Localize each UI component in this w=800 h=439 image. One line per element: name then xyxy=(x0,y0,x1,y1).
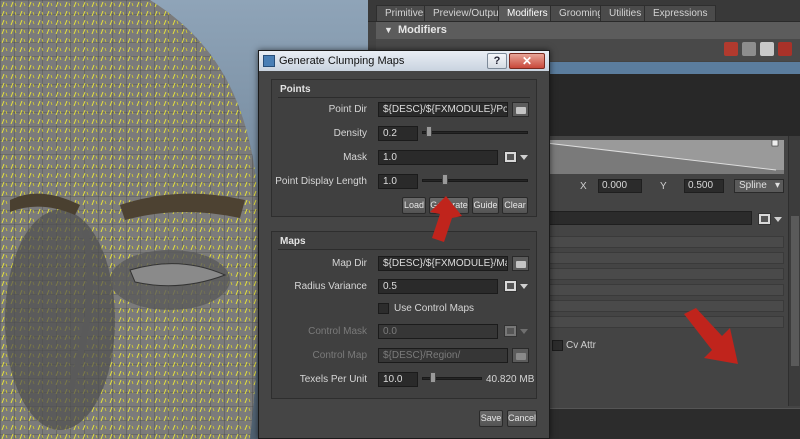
mask-field[interactable]: 1.0 xyxy=(378,150,498,165)
group-divider xyxy=(278,97,530,98)
add-modifier-icon[interactable] xyxy=(724,42,738,56)
ramp-y-field[interactable]: 0.500 xyxy=(684,179,724,193)
cv-attr-checkbox[interactable] xyxy=(552,340,563,351)
tab-modifiers[interactable]: Modifiers xyxy=(498,5,557,21)
point-display-length-label: Point Display Length xyxy=(275,176,367,187)
map-dir-field[interactable]: ${DESC}/${FXMODULE}/Maps/ xyxy=(378,256,508,271)
chevron-down-icon[interactable] xyxy=(774,217,782,222)
attr-row xyxy=(546,236,784,248)
ramp-curve xyxy=(546,140,784,174)
ramp-curve-editor[interactable] xyxy=(546,140,784,174)
clear-button[interactable]: Clear xyxy=(502,197,528,214)
control-mask-field[interactable]: 0.0 xyxy=(378,324,498,339)
guide-button[interactable]: Guide xyxy=(472,197,499,214)
ramp-y-label: Y xyxy=(660,181,667,192)
attr-row xyxy=(546,316,784,328)
ramp-interpolation-value: Spline xyxy=(739,180,767,191)
section-title: Modifiers xyxy=(398,24,447,36)
scrollbar-thumb[interactable] xyxy=(791,216,799,366)
collapse-triangle-icon: ▼ xyxy=(384,25,393,35)
density-field[interactable]: 0.2 xyxy=(378,126,418,141)
folder-browse-icon[interactable] xyxy=(512,256,529,271)
points-group-title: Points xyxy=(280,84,311,95)
point-dir-label: Point Dir xyxy=(328,104,367,115)
mask-label: Mask xyxy=(343,152,367,163)
copy-modifier-icon[interactable] xyxy=(742,42,756,56)
window-app-icon xyxy=(263,55,275,67)
memory-readout: 40.820 MB xyxy=(486,374,535,385)
cv-attr-label: Cv Attr xyxy=(566,340,597,351)
density-slider-track[interactable] xyxy=(422,131,528,134)
attr-row xyxy=(546,284,784,296)
tab-expressions[interactable]: Expressions xyxy=(644,5,717,21)
control-map-field[interactable]: ${DESC}/Region/ xyxy=(378,348,508,363)
load-button[interactable]: Load xyxy=(402,197,426,214)
point-display-length-field[interactable]: 1.0 xyxy=(378,174,418,189)
attr-row xyxy=(546,268,784,280)
map-editor-icon[interactable] xyxy=(504,325,517,337)
modifier-attr-field[interactable] xyxy=(546,211,752,225)
chevron-down-icon[interactable] xyxy=(520,155,528,160)
use-control-maps-checkbox[interactable] xyxy=(378,303,389,314)
density-slider-thumb[interactable] xyxy=(426,126,432,137)
points-group: Points Point Dir ${DESC}/${FXMODULE}/Poi… xyxy=(271,79,537,217)
attr-row xyxy=(546,300,784,312)
chevron-down-icon[interactable] xyxy=(520,284,528,289)
point-display-length-slider-thumb[interactable] xyxy=(442,174,448,185)
group-divider xyxy=(278,249,530,250)
control-map-label: Control Map xyxy=(312,350,367,361)
editor-tab-bar: Primitives Preview/Output Modifiers Groo… xyxy=(368,0,800,22)
radius-variance-label: Radius Variance xyxy=(294,281,367,292)
map-editor-icon[interactable] xyxy=(504,151,517,163)
cancel-button[interactable]: Cancel xyxy=(507,410,537,427)
maps-group: Maps Map Dir ${DESC}/${FXMODULE}/Maps/ R… xyxy=(271,231,537,399)
map-dir-label: Map Dir xyxy=(331,258,367,269)
ramp-x-label: X xyxy=(580,181,587,192)
generate-clumping-maps-dialog: Generate Clumping Maps ? ✕ Points Point … xyxy=(258,50,550,439)
chevron-down-icon: ▾ xyxy=(774,180,780,191)
density-label: Density xyxy=(333,128,367,139)
map-editor-icon[interactable] xyxy=(758,213,771,225)
maps-group-title: Maps xyxy=(280,236,306,247)
radius-variance-field[interactable]: 0.5 xyxy=(378,279,498,294)
attr-row xyxy=(546,252,784,264)
folder-browse-icon[interactable] xyxy=(512,348,529,363)
delete-modifier-icon[interactable] xyxy=(778,42,792,56)
editor-bottom-bar xyxy=(546,408,800,439)
texels-per-unit-field[interactable]: 10.0 xyxy=(378,372,418,387)
dialog-titlebar[interactable]: Generate Clumping Maps ? ✕ xyxy=(259,51,549,71)
point-display-length-slider-track[interactable] xyxy=(422,179,528,182)
save-button[interactable]: Save xyxy=(479,410,503,427)
control-mask-label: Control Mask xyxy=(308,326,367,337)
use-control-maps-label: Use Control Maps xyxy=(394,303,475,314)
red-arrow-annotation-icon xyxy=(684,308,738,364)
close-button[interactable]: ✕ xyxy=(509,53,545,69)
ramp-interpolation-select[interactable]: Spline ▾ xyxy=(734,179,784,193)
texels-per-unit-slider-thumb[interactable] xyxy=(430,372,436,383)
editor-scrollbar[interactable] xyxy=(788,136,800,406)
ramp-x-field[interactable]: 0.000 xyxy=(598,179,642,193)
chevron-down-icon[interactable] xyxy=(520,329,528,334)
dialog-title: Generate Clumping Maps xyxy=(279,55,405,67)
point-dir-field[interactable]: ${DESC}/${FXMODULE}/Points/ xyxy=(378,102,508,117)
texels-per-unit-label: Texels Per Unit xyxy=(299,374,367,385)
tab-utilities[interactable]: Utilities xyxy=(600,5,651,21)
red-arrow-annotation-icon xyxy=(430,196,462,242)
folder-browse-icon[interactable] xyxy=(512,102,529,117)
help-button[interactable]: ? xyxy=(487,53,507,69)
modifiers-section-header[interactable]: ▼ Modifiers xyxy=(376,22,800,39)
map-editor-icon[interactable] xyxy=(504,280,517,292)
paste-modifier-icon[interactable] xyxy=(760,42,774,56)
